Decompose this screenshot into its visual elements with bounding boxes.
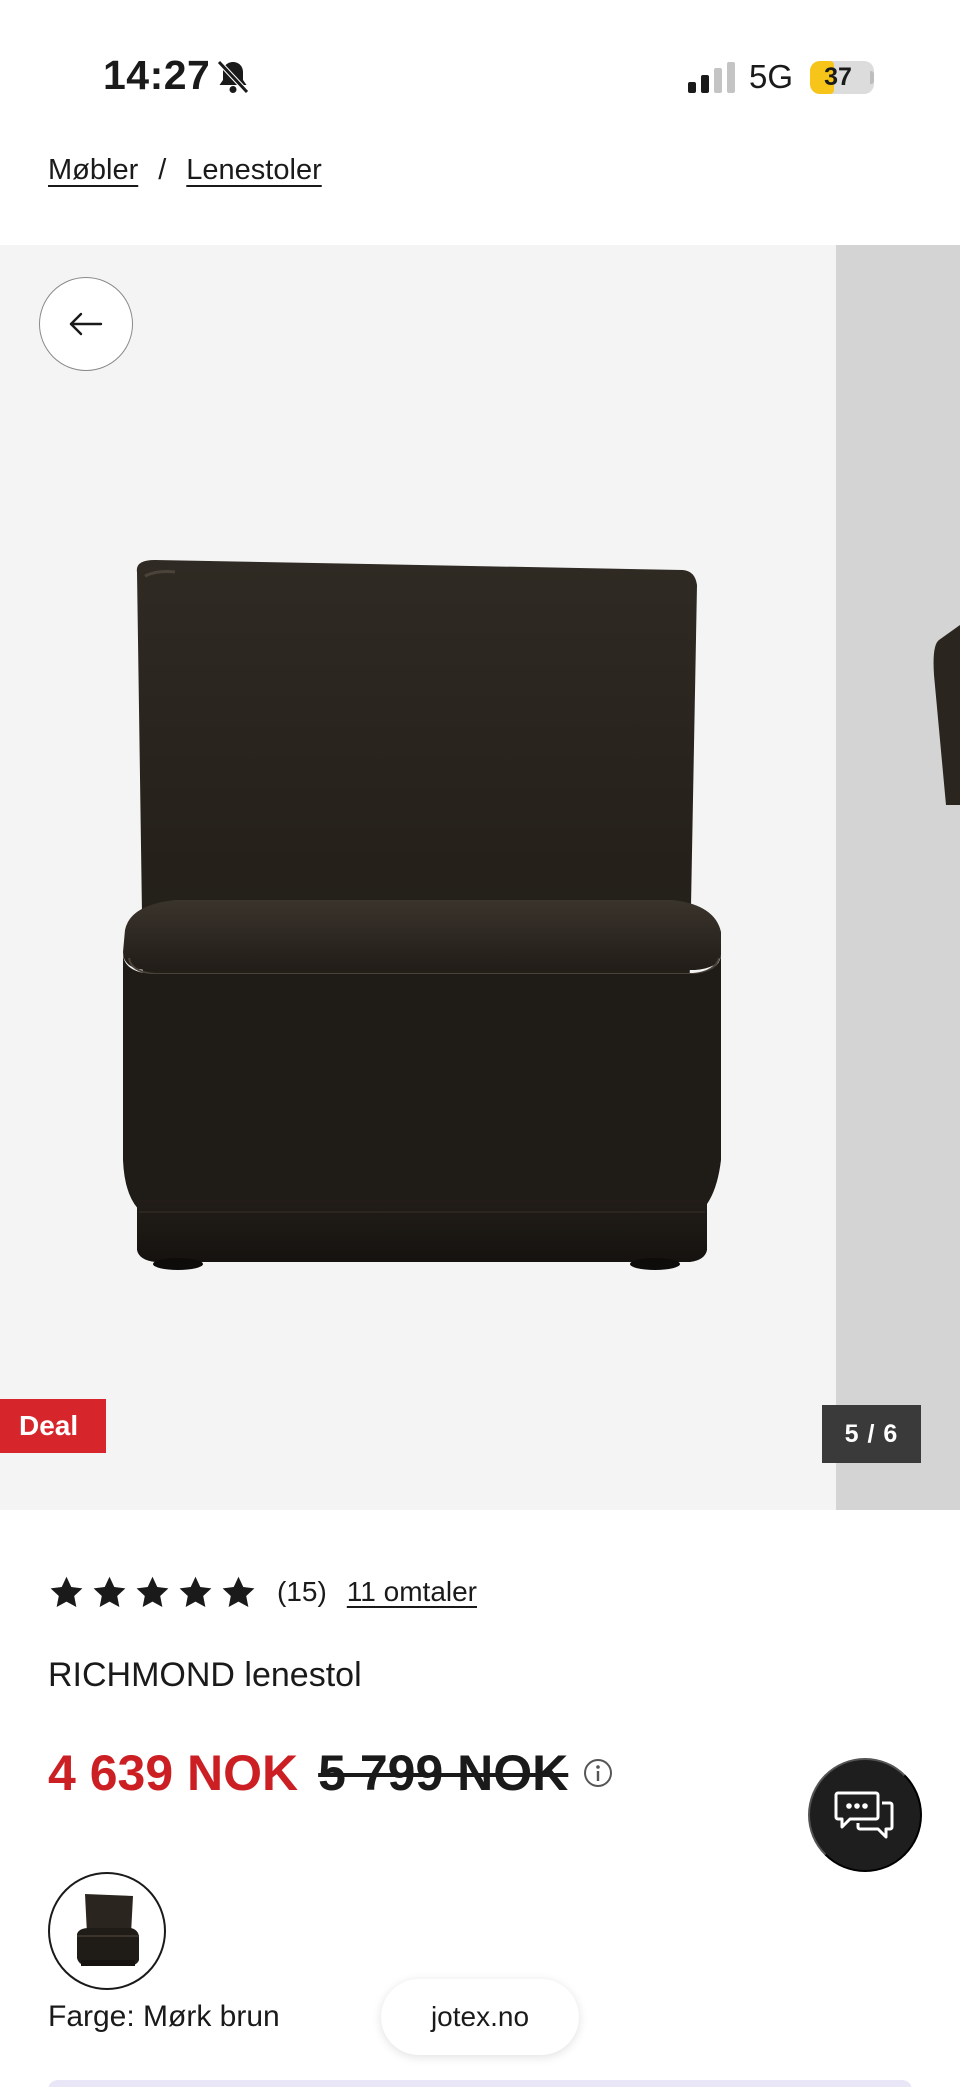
swatch-chair-thumbnail — [77, 1894, 139, 1966]
bottom-banner-edge — [48, 2080, 912, 2087]
chat-button[interactable] — [808, 1758, 922, 1872]
bell-slash-icon — [217, 60, 249, 94]
reviews-link[interactable]: 11 omtaler — [347, 1576, 477, 1608]
price-row: 4 639 NOK 5 799 NOK — [48, 1744, 614, 1802]
info-icon[interactable] — [582, 1757, 614, 1789]
status-bar: 14:27 5G 37 — [0, 0, 960, 130]
image-counter: 5 / 6 — [822, 1405, 921, 1463]
battery-level: 37 — [824, 63, 852, 91]
arrow-left-icon — [69, 312, 103, 336]
deal-badge: Deal — [0, 1399, 106, 1453]
battery-indicator: 37 — [810, 61, 874, 94]
status-time: 14:27 — [103, 52, 211, 98]
product-title: RICHMOND lenestol — [48, 1656, 362, 1694]
back-button[interactable] — [39, 277, 133, 371]
rating-count: (15) — [277, 1576, 327, 1607]
product-image-gallery[interactable]: Deal 5 / 6 — [0, 245, 960, 1510]
rating-row: (15) 11 omtaler — [48, 1570, 477, 1614]
breadcrumb-lenestoler[interactable]: Lenestoler — [186, 154, 321, 187]
star-icon — [179, 1576, 212, 1607]
star-icon — [93, 1576, 126, 1607]
breadcrumb-separator: / — [158, 154, 167, 186]
color-swatch-mork-brun[interactable] — [48, 1872, 166, 1990]
product-image — [123, 560, 721, 1270]
chat-bubbles-icon — [834, 1791, 894, 1839]
network-type: 5G — [749, 58, 794, 95]
star-icon — [222, 1576, 255, 1607]
next-image-peek[interactable] — [836, 245, 960, 1510]
star-icon — [50, 1576, 83, 1607]
breadcrumb: Møbler / Lenestoler — [48, 154, 322, 187]
star-rating — [48, 1574, 257, 1611]
cellular-signal-icon — [688, 62, 735, 93]
battery-tip — [870, 71, 874, 84]
sale-price: 4 639 NOK — [48, 1745, 299, 1801]
original-price: 5 799 NOK — [318, 1745, 569, 1801]
breadcrumb-mobler[interactable]: Møbler — [48, 154, 138, 187]
next-chair-image — [933, 625, 960, 805]
color-label: Farge: Mørk brun — [48, 2000, 280, 2033]
browser-url-pill[interactable]: jotex.no — [381, 1979, 579, 2055]
star-icon — [136, 1576, 169, 1607]
